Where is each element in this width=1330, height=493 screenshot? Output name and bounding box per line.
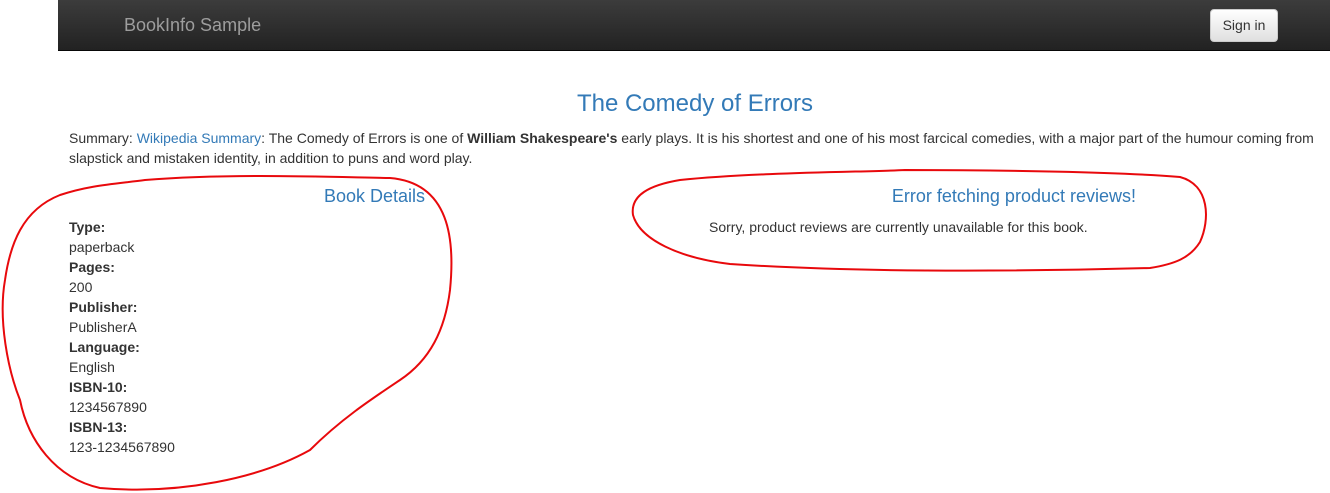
summary-author: William Shakespeare's <box>467 130 618 146</box>
detail-label-pages: Pages: <box>69 259 115 275</box>
detail-value-pages: 200 <box>69 279 93 295</box>
book-title: The Comedy of Errors <box>576 90 814 117</box>
detail-value-type: paperback <box>69 239 135 255</box>
brand-title[interactable]: BookInfo Sample <box>124 15 261 35</box>
book-summary: Summary: Wikipedia Summary: The Comedy o… <box>69 128 1324 168</box>
reviews-error-message: Sorry, product reviews are currently una… <box>709 219 1088 235</box>
detail-label-publisher: Publisher: <box>69 299 138 315</box>
detail-label-type: Type: <box>69 219 106 235</box>
summary-text-1: : The Comedy of Errors is one of <box>261 130 468 146</box>
book-details-list: Type: paperback Pages: 200 Publisher: Pu… <box>69 217 175 457</box>
detail-value-isbn10: 1234567890 <box>69 399 147 415</box>
summary-label: Summary: <box>69 130 133 146</box>
book-details-heading: Book Details <box>323 186 425 206</box>
detail-label-isbn13: ISBN-13: <box>69 419 128 435</box>
detail-value-isbn13: 123-1234567890 <box>69 439 175 455</box>
detail-value-language: English <box>69 359 115 375</box>
wikipedia-summary-link[interactable]: Wikipedia Summary <box>137 130 261 146</box>
reviews-error-heading: Error fetching product reviews! <box>891 186 1136 206</box>
detail-label-language: Language: <box>69 339 140 355</box>
navbar: BookInfo Sample Sign in <box>58 0 1330 51</box>
detail-label-isbn10: ISBN-10: <box>69 379 128 395</box>
red-annotation-overlay <box>1 169 1207 491</box>
detail-value-publisher: PublisherA <box>69 319 137 335</box>
sign-in-button[interactable]: Sign in <box>1210 9 1278 42</box>
